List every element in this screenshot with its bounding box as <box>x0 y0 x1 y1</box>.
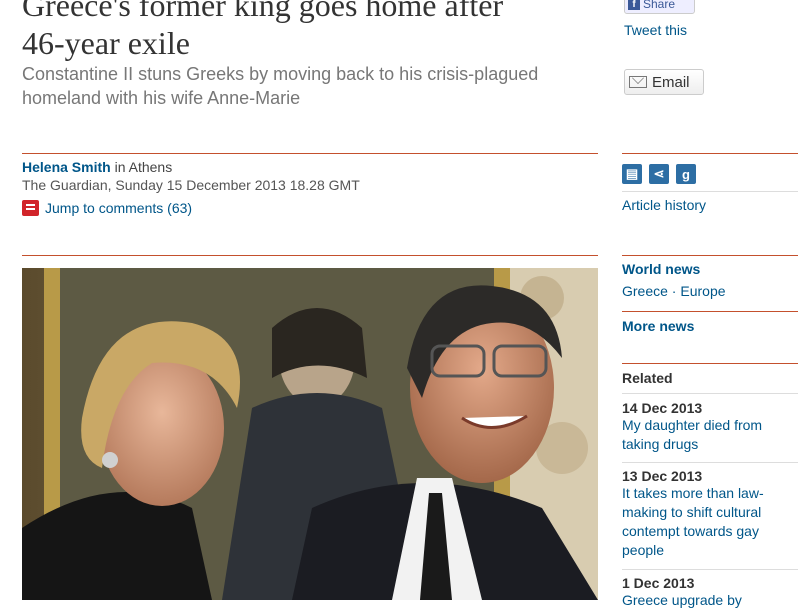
tweet-this-link[interactable]: Tweet this <box>624 22 687 38</box>
facebook-share-label: Share <box>643 0 676 11</box>
byline-top-rule <box>22 153 598 154</box>
related-item-date: 13 Dec 2013 <box>622 468 703 484</box>
world-news-top-rule <box>622 255 798 256</box>
jump-to-comments-link[interactable]: Jump to comments (63) <box>22 200 192 216</box>
byline: Helena Smith in Athens <box>22 158 172 176</box>
tools-divider <box>622 191 798 192</box>
facebook-icon: f <box>628 0 640 10</box>
related-item: 14 Dec 2013 My daughter died from taking… <box>622 400 792 454</box>
related-item-link[interactable]: My daughter died from taking drugs <box>622 416 792 454</box>
related-item-link[interactable]: Greece upgrade by <box>622 591 792 610</box>
related-top-rule <box>622 363 798 364</box>
standfirst: Constantine II stuns Greeks by moving ba… <box>22 64 539 108</box>
headline-line-2: 46-year exile <box>22 25 190 61</box>
related-divider-2 <box>622 569 798 570</box>
email-label: Email <box>652 73 690 91</box>
author-link[interactable]: Helena Smith <box>22 159 111 175</box>
related-item-date: 14 Dec 2013 <box>622 400 703 416</box>
related-heading: Related <box>622 370 673 386</box>
related-divider-1 <box>622 462 798 463</box>
more-news-link[interactable]: More news <box>622 318 694 334</box>
photo-top-rule <box>22 255 598 256</box>
related-item-link[interactable]: It takes more than law-making to shift c… <box>622 484 792 560</box>
print-icon[interactable]: ▤ <box>622 164 642 184</box>
article-history-link[interactable]: Article history <box>622 197 706 213</box>
article-tools: ▤ ⋖ g <box>622 164 696 184</box>
facebook-share-button[interactable]: f Share <box>624 0 695 14</box>
article-photo <box>22 268 598 600</box>
related-item: 13 Dec 2013 It takes more than law-makin… <box>622 468 792 560</box>
email-button[interactable]: Email <box>624 69 704 95</box>
tag-list: Greece · Europe <box>622 283 726 299</box>
google-plus-icon[interactable]: g <box>676 164 696 184</box>
headline: Greece's former king goes home after 46-… <box>22 0 592 62</box>
headline-line-1: Greece's former king goes home after <box>22 0 504 23</box>
tag-greece[interactable]: Greece <box>622 283 668 299</box>
tag-separator: · <box>667 283 681 299</box>
related-item-date: 1 Dec 2013 <box>622 575 695 591</box>
envelope-icon <box>629 76 647 88</box>
author-location: in Athens <box>110 159 173 175</box>
more-news-top-rule <box>622 311 798 312</box>
dateline: The Guardian, Sunday 15 December 2013 18… <box>22 177 360 193</box>
photo-illustration <box>22 268 598 600</box>
comments-label: Jump to comments (63) <box>45 200 193 216</box>
comment-icon <box>22 200 39 216</box>
related-divider-0 <box>622 393 798 394</box>
world-news-link[interactable]: World news <box>622 261 700 277</box>
share-icon[interactable]: ⋖ <box>649 164 669 184</box>
related-item: 1 Dec 2013 Greece upgrade by <box>622 575 792 610</box>
tag-europe[interactable]: Europe <box>680 283 725 299</box>
tools-top-rule <box>622 153 798 154</box>
